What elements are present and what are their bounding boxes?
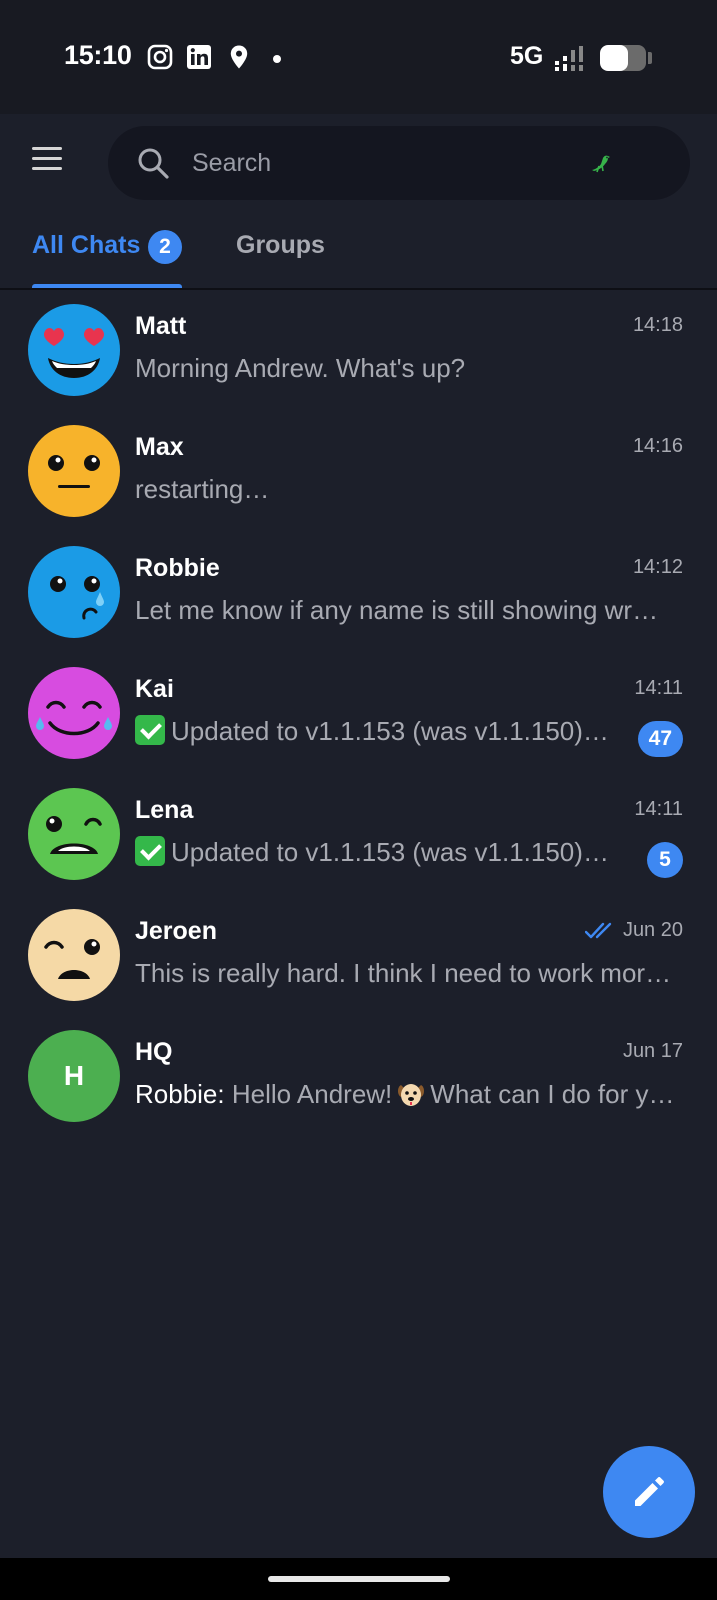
avatar-neutral-face-emoji	[28, 425, 120, 517]
compose-button[interactable]	[603, 1446, 695, 1538]
chat-item-max[interactable]: Max 14:16 restarting…	[0, 411, 717, 532]
chat-preview-text: Updated to v1.1.153 (was v1.1.150). …	[171, 837, 615, 867]
chat-preview-text-after: What can I do for y…	[430, 1079, 675, 1109]
unread-badge: 47	[637, 721, 683, 757]
network-label: 5G	[510, 42, 544, 70]
chat-item-lena[interactable]: Lena 14:11 Updated to v1.1.153 (was v1.1…	[0, 774, 717, 895]
chat-time: 14:12	[632, 556, 683, 578]
chat-time: 14:11	[634, 677, 683, 699]
chat-preview-text: Updated to v1.1.153 (was v1.1.150)…	[171, 716, 609, 746]
chat-preview-text: Hello Andrew!	[231, 1079, 393, 1109]
grimace-wink-emoji-icon	[28, 788, 120, 880]
chat-time: 14:11	[634, 798, 683, 820]
chat-item-kai[interactable]: Kai 14:11 Updated to v1.1.153 (was v1.1.…	[0, 653, 717, 774]
chat-preview: Updated to v1.1.153 (was v1.1.150). …	[135, 836, 615, 868]
home-gesture-handle[interactable]	[268, 1576, 450, 1582]
menu-icon-line	[32, 157, 62, 160]
check-mark-icon	[135, 715, 165, 745]
tab-groups-label: Groups	[236, 231, 325, 259]
chat-time: 14:16	[632, 435, 683, 457]
chat-name: Lena	[135, 796, 194, 824]
avatar-tears-of-joy-emoji	[28, 667, 120, 759]
menu-icon	[32, 147, 62, 150]
chat-time: Jun 20	[584, 919, 683, 942]
unread-badge: 5	[647, 842, 683, 878]
search-icon	[138, 148, 169, 179]
tears-of-joy-emoji-icon	[28, 667, 120, 759]
chat-item-jeroen[interactable]: Jeroen Jun 20 This is really hard. I thi…	[0, 895, 717, 1016]
dot-icon	[273, 55, 281, 63]
chat-time-text: Jun 20	[622, 919, 683, 941]
chat-item-matt[interactable]: Matt 14:18 Morning Andrew. What's up?	[0, 290, 717, 411]
avatar-worried-face-emoji	[28, 909, 120, 1001]
bird-icon[interactable]	[586, 148, 616, 178]
neutral-face-emoji-icon	[28, 425, 120, 517]
tab-all-chats-badge: 2	[148, 230, 182, 264]
chat-preview: Updated to v1.1.153 (was v1.1.150)…	[135, 715, 615, 747]
chat-preview: Let me know if any name is still showing…	[135, 595, 659, 625]
pencil-icon	[635, 1477, 664, 1506]
chat-name: Max	[135, 433, 184, 461]
check-mark-icon	[135, 836, 165, 866]
chat-item-hq[interactable]: H HQ Jun 17 Robbie: Hello Andrew! What ca…	[0, 1016, 717, 1137]
avatar-letter: H	[28, 1030, 120, 1122]
menu-button[interactable]	[22, 138, 72, 180]
battery-icon	[600, 45, 646, 71]
chat-item-robbie[interactable]: Robbie 14:12 Let me know if any name is …	[0, 532, 717, 653]
chat-time: 14:18	[632, 314, 683, 336]
avatar-grimace-wink-emoji	[28, 788, 120, 880]
linkedin-icon	[187, 45, 211, 69]
navigation-bar	[0, 1558, 717, 1600]
dog-face-icon	[398, 1084, 425, 1106]
signal-icon	[555, 46, 583, 71]
menu-icon-line	[32, 167, 62, 170]
worried-face-emoji-icon	[28, 909, 120, 1001]
chat-preview: Robbie: Hello Andrew! What can I do for y…	[135, 1078, 683, 1110]
search-input[interactable]	[192, 144, 572, 182]
battery-fill	[600, 45, 628, 71]
avatar-sad-tear-emoji	[28, 546, 120, 638]
search-bar[interactable]	[108, 126, 690, 200]
chat-preview: restarting…	[135, 474, 270, 504]
chat-time: Jun 17	[622, 1040, 683, 1062]
location-icon	[230, 45, 248, 69]
chat-name: Robbie	[135, 554, 220, 582]
chat-name: HQ	[135, 1038, 173, 1066]
chat-preview: This is really hard. I think I need to w…	[135, 958, 672, 988]
chat-name: Kai	[135, 675, 174, 703]
status-time: 15:10	[64, 40, 132, 70]
chat-name: Jeroen	[135, 917, 217, 945]
sad-tear-emoji-icon	[28, 546, 120, 638]
chat-name: Matt	[135, 312, 187, 340]
heart-eyes-emoji-icon	[28, 304, 120, 396]
instagram-icon	[147, 44, 173, 70]
tab-all-chats-label: All Chats	[32, 231, 141, 259]
app-header: All Chats 2 Groups	[0, 114, 717, 290]
double-check-icon	[584, 922, 612, 939]
status-bar: 15:10 5G	[0, 0, 717, 114]
battery-tip	[648, 52, 652, 64]
chat-preview: Morning Andrew. What's up?	[135, 353, 466, 383]
preview-sender: Robbie:	[135, 1079, 225, 1109]
tab-bar: All Chats 2 Groups	[0, 228, 717, 290]
avatar-heart-eyes-emoji	[28, 304, 120, 396]
